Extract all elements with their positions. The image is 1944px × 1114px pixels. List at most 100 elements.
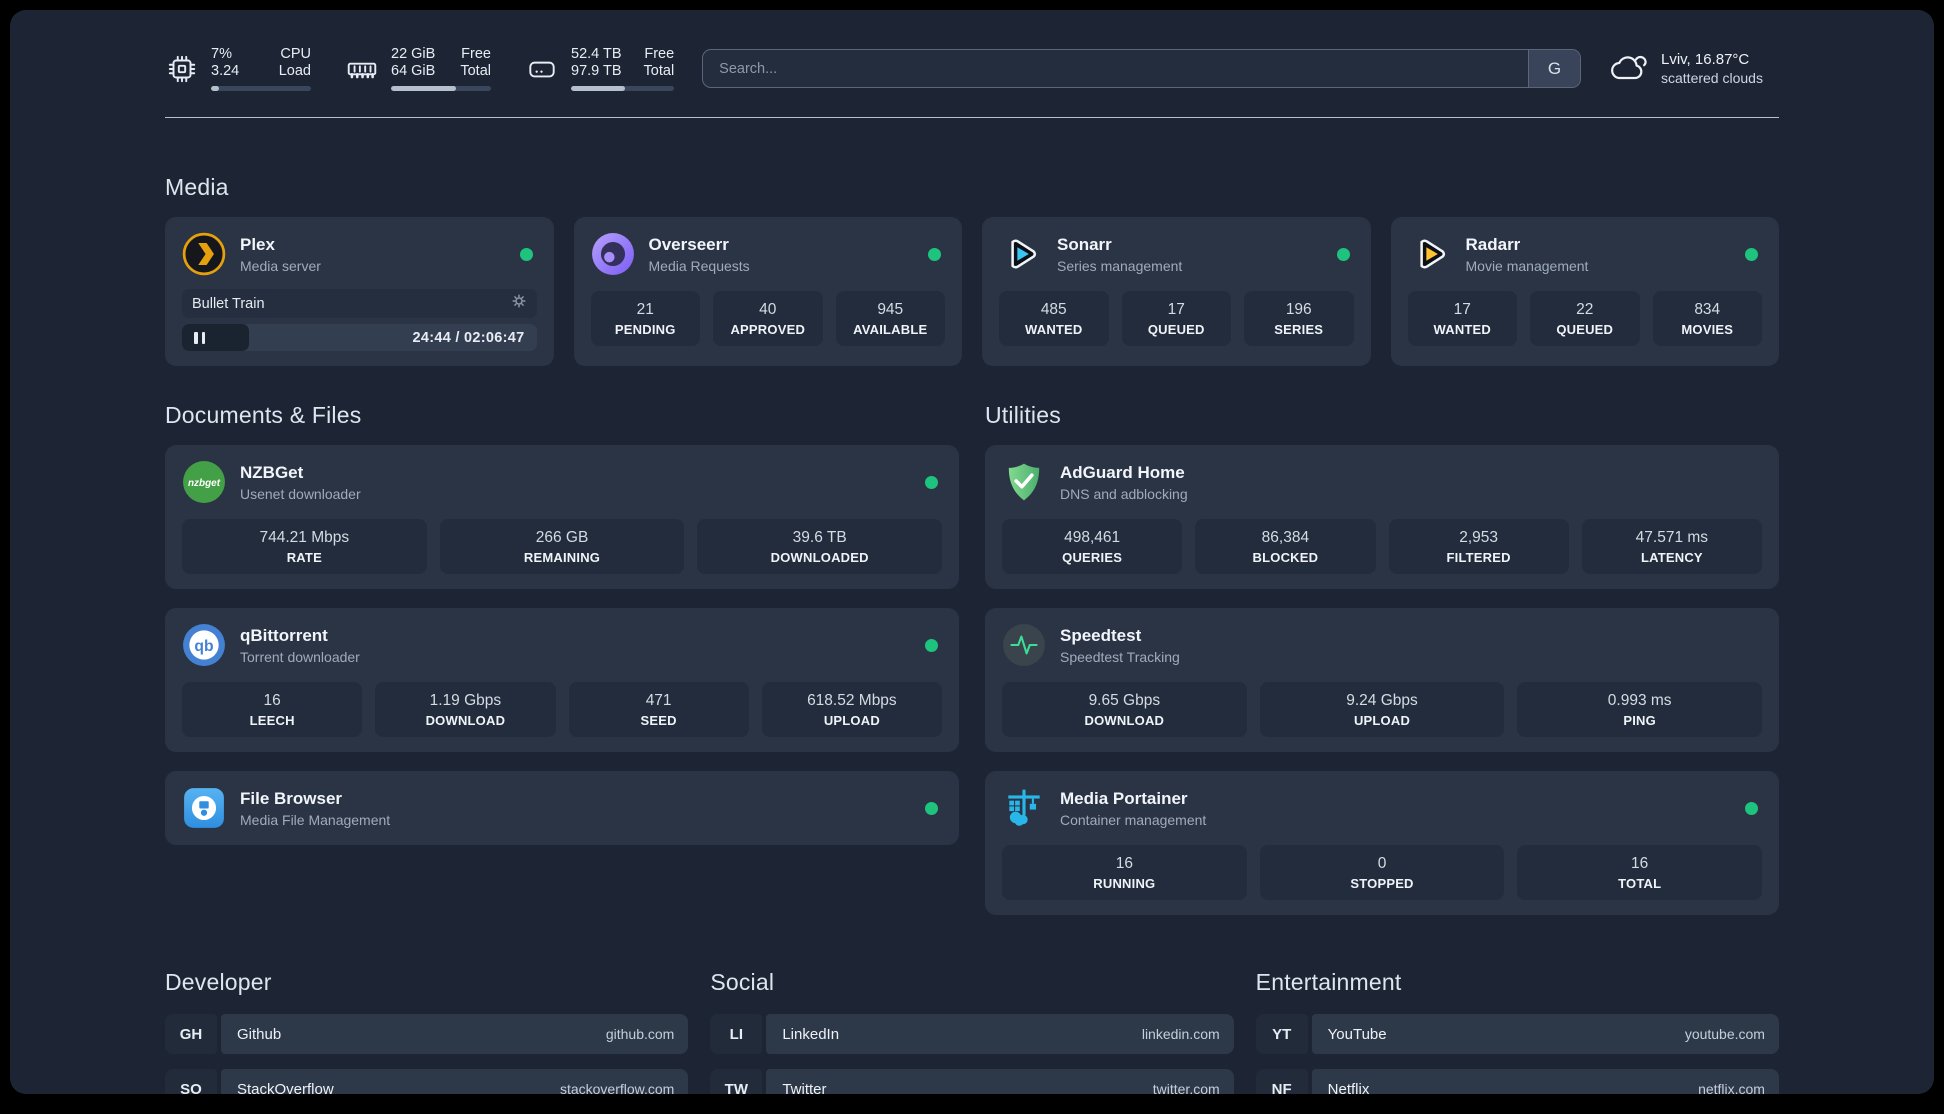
playback-progress-bar: 24:44 / 02:06:47 — [182, 324, 537, 351]
nzbget-icon: nzbget — [182, 460, 226, 504]
media-grid: Plex Media server Bullet Train 24:44 / 0… — [165, 217, 1779, 366]
bookmark-abbr: LI — [710, 1014, 763, 1054]
app-subtitle: Media File Management — [240, 811, 391, 828]
speedtest-icon — [1002, 623, 1046, 667]
app-subtitle: Media server — [240, 257, 321, 274]
section-title-utilities: Utilities — [985, 402, 1061, 428]
section-title-entertainment: Entertainment — [1255, 969, 1402, 995]
app-subtitle: Container management — [1060, 811, 1207, 828]
stat-box: 17 WANTED — [1407, 291, 1517, 346]
portainer-icon — [1002, 786, 1046, 830]
overseerr-icon — [591, 232, 635, 276]
search-engine-button[interactable]: G — [1528, 50, 1580, 87]
app-title: NZBGet — [240, 462, 304, 482]
svg-text:nzbget: nzbget — [188, 478, 221, 489]
adguard-card[interactable]: AdGuard Home DNS and adblocking 498,461 … — [985, 445, 1779, 589]
playback-time: 24:44 / 02:06:47 — [412, 329, 525, 346]
stat-box: 16 LEECH — [182, 682, 363, 737]
app-title: Plex — [240, 234, 275, 254]
overseerr-card[interactable]: Overseerr Media Requests 21 PENDING 40 A… — [573, 217, 962, 366]
radarr-card[interactable]: Radarr Movie management 17 WANTED 22 QUE… — [1390, 217, 1779, 366]
sonarr-card[interactable]: Sonarr Series management 485 WANTED 17 Q… — [982, 217, 1371, 366]
bookmark-twitter[interactable]: TW Twitter twitter.com — [710, 1069, 1234, 1094]
bookmark-youtube[interactable]: YT YouTube youtube.com — [1255, 1014, 1779, 1054]
bookmark-name: LinkedIn — [782, 1025, 840, 1043]
stat-box: 744.21 Mbps RATE — [182, 519, 427, 574]
svg-text:qb: qb — [194, 638, 213, 655]
status-badge — [1745, 247, 1758, 261]
bookmark-url: twitter.com — [1152, 1081, 1220, 1094]
bookmark-abbr: SO — [165, 1069, 217, 1094]
status-badge — [925, 475, 938, 489]
cpu-usage-label: CPU — [280, 46, 311, 62]
bookmark-url: linkedin.com — [1141, 1026, 1220, 1042]
app-subtitle: Movie management — [1465, 257, 1589, 274]
memory-free-label: Free — [461, 46, 491, 62]
dashboard: 7% CPU 3.24 Load 22 GiB Free 64 GiB Tota… — [10, 10, 1934, 1094]
status-badge — [1336, 247, 1350, 261]
stat-box: 618.52 Mbps UPLOAD — [761, 682, 942, 737]
cpu-progress-bar — [211, 86, 311, 91]
bookmark-netflix[interactable]: NF Netflix netflix.com — [1255, 1069, 1779, 1094]
now-playing-widget: Bullet Train 24:44 / 02:06:47 — [182, 289, 537, 351]
stat-box: 196 SERIES — [1244, 291, 1354, 346]
bookmark-url: github.com — [605, 1026, 675, 1042]
sonarr-icon — [999, 232, 1043, 276]
weather-condition: scattered clouds — [1661, 70, 1763, 86]
bookmark-abbr: GH — [165, 1014, 217, 1054]
filebrowser-icon — [182, 786, 226, 830]
stat-box: 47.571 ms LATENCY — [1581, 519, 1762, 574]
qbittorrent-icon: qb — [182, 623, 226, 667]
stat-box: 498,461 QUERIES — [1002, 519, 1183, 574]
stat-box: 471 SEED — [568, 682, 749, 737]
bookmarks-social: Social LI LinkedIn linkedin.com TW Twitt… — [710, 969, 1234, 1094]
disk-free-label: Free — [644, 46, 675, 62]
ram-icon — [345, 52, 379, 86]
nzbget-card[interactable]: nzbget NZBGet Usenet downloader 744.21 M… — [165, 445, 959, 589]
stat-box: 16 RUNNING — [1002, 845, 1247, 900]
filebrowser-card[interactable]: File Browser Media File Management — [165, 771, 959, 845]
stat-box: 9.65 Gbps DOWNLOAD — [1002, 682, 1247, 737]
memory-progress-bar — [391, 86, 491, 91]
disk-icon — [525, 52, 559, 86]
gear-icon — [511, 293, 527, 314]
cpu-icon — [165, 52, 199, 86]
stat-box: 945 AVAILABLE — [835, 291, 945, 346]
bookmark-stackoverflow[interactable]: SO StackOverflow stackoverflow.com — [165, 1069, 689, 1094]
bookmark-abbr: TW — [710, 1069, 763, 1094]
stat-box: 0.993 ms PING — [1517, 682, 1763, 737]
portainer-card[interactable]: Media Portainer Container management 16 … — [985, 771, 1779, 915]
stat-box: 1.19 Gbps DOWNLOAD — [375, 682, 556, 737]
app-title: Radarr — [1465, 234, 1521, 254]
disk-progress-bar — [571, 86, 675, 91]
section-title-media: Media — [165, 174, 229, 200]
search-input[interactable] — [703, 50, 1528, 87]
app-subtitle: Usenet downloader — [240, 485, 361, 502]
app-title: qBittorrent — [240, 625, 328, 645]
disk-total-value: 97.9 TB — [571, 63, 622, 79]
stat-box: 21 PENDING — [590, 291, 700, 346]
memory-total-label: Total — [460, 63, 491, 79]
status-badge — [1745, 801, 1758, 815]
status-badge — [925, 638, 938, 652]
stat-box: 40 APPROVED — [713, 291, 823, 346]
memory-metric: 22 GiB Free 64 GiB Total — [345, 46, 491, 91]
bookmarks-developer: Developer GH Github github.com SO StackO… — [165, 969, 689, 1094]
bookmark-linkedin[interactable]: LI LinkedIn linkedin.com — [710, 1014, 1234, 1054]
stat-box: 22 QUEUED — [1530, 291, 1640, 346]
qbittorrent-card[interactable]: qb qBittorrent Torrent downloader 16 LEE… — [165, 608, 959, 752]
speedtest-card[interactable]: Speedtest Speedtest Tracking 9.65 Gbps D… — [985, 608, 1779, 752]
app-title: File Browser — [240, 788, 343, 808]
app-title: Overseerr — [648, 234, 729, 254]
plex-card[interactable]: Plex Media server Bullet Train 24:44 / 0… — [165, 217, 554, 366]
bookmarks-entertainment: Entertainment YT YouTube youtube.com NF … — [1255, 969, 1779, 1094]
radarr-icon — [1408, 232, 1452, 276]
memory-total-value: 64 GiB — [391, 63, 436, 79]
bookmark-github[interactable]: GH Github github.com — [165, 1014, 689, 1054]
plex-icon — [182, 232, 226, 276]
utilities-column: Utilities AdGuard Home DNS and adblockin… — [985, 402, 1779, 915]
bookmark-name: YouTube — [1327, 1025, 1387, 1043]
system-metrics: 7% CPU 3.24 Load 22 GiB Free 64 GiB Tota… — [165, 46, 675, 91]
stat-box: 834 MOVIES — [1652, 291, 1762, 346]
stat-box: 16 TOTAL — [1517, 845, 1763, 900]
